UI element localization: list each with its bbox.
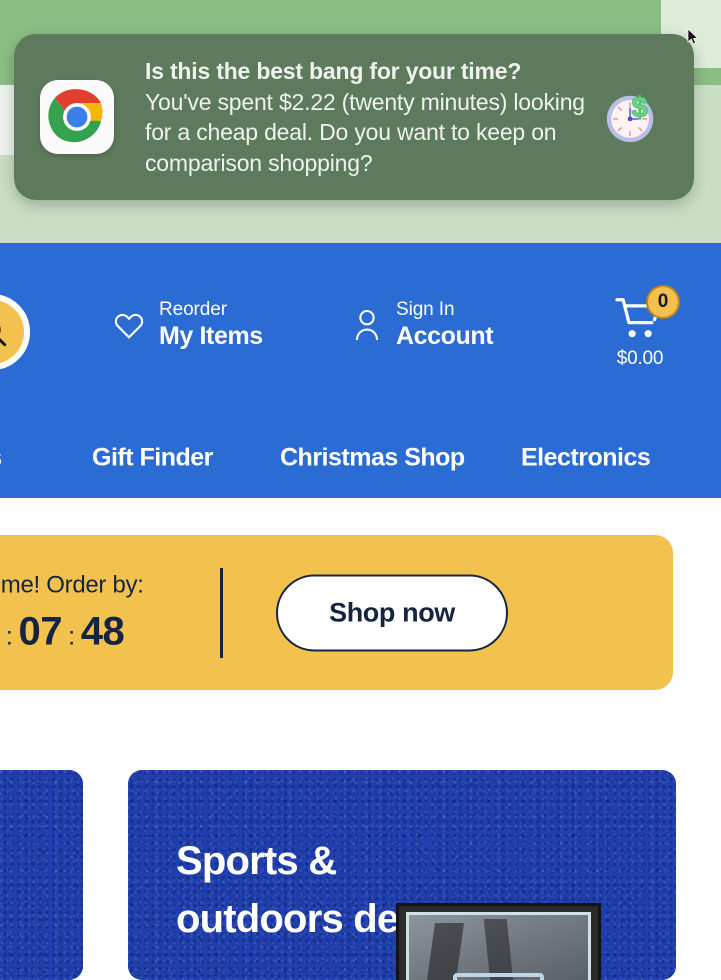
notification-body: You've spent $2.22 (twenty minutes) look… xyxy=(145,88,585,176)
mouse-cursor xyxy=(687,28,699,45)
hoop-target-square xyxy=(452,972,545,980)
card-texture xyxy=(0,770,83,980)
countdown-banner: l time! Order by: 0 : 07 : 48 Shop now xyxy=(0,535,673,690)
header-item-account[interactable]: Sign In Account xyxy=(352,299,494,350)
shop-now-button[interactable]: Shop now xyxy=(276,574,508,651)
chrome-icon xyxy=(40,80,114,154)
shopping-cart-icon xyxy=(614,298,666,346)
hoop-backboard xyxy=(406,912,591,980)
cart-count-badge: 0 xyxy=(646,285,680,319)
countdown-separator: : xyxy=(5,620,13,650)
heart-icon xyxy=(113,310,145,340)
nav-item-electronics[interactable]: Electronics xyxy=(521,444,651,473)
countdown-timer: 0 : 07 : 48 xyxy=(0,609,144,654)
clock-money-icon: $ xyxy=(603,88,661,146)
countdown-seconds: 48 xyxy=(80,609,125,653)
header-item-my-items[interactable]: Reorder My Items xyxy=(113,300,263,349)
chrome-nudge-notification[interactable]: Is this the best bang for your time? You… xyxy=(14,34,694,200)
nav-item-christmas-shop[interactable]: Christmas Shop xyxy=(280,444,465,473)
header-item-bottom-label: My Items xyxy=(159,321,263,350)
countdown-separator: : xyxy=(67,620,75,650)
user-icon xyxy=(352,308,382,342)
category-nav: ials Gift Finder Christmas Shop Electron… xyxy=(0,418,721,498)
search-icon xyxy=(0,315,9,349)
countdown-block: l time! Order by: 0 : 07 : 48 xyxy=(0,571,144,654)
deal-card-sports[interactable]: Sports & outdoors deals xyxy=(128,770,676,980)
svg-text:$: $ xyxy=(632,92,648,124)
banner-divider xyxy=(220,567,223,658)
cart-total: $0.00 xyxy=(616,348,664,369)
header-item-bottom-label: Account xyxy=(396,321,494,350)
nav-item-0[interactable]: ials xyxy=(0,444,2,473)
banner-label: l time! Order by: xyxy=(0,571,144,598)
nav-item-gift-finder[interactable]: Gift Finder xyxy=(92,444,213,473)
header-item-top-label: Sign In xyxy=(396,299,455,320)
notification-title: Is this the best bang for your time? xyxy=(145,57,522,84)
basketball-hoop-image xyxy=(396,903,601,980)
deal-card-price[interactable]: 19 9 xyxy=(0,770,83,980)
header-item-top-label: Reorder xyxy=(159,299,227,320)
notification-text: Is this the best bang for your time? You… xyxy=(145,56,615,178)
countdown-minutes: 07 xyxy=(18,609,62,653)
cart-button[interactable]: 0 $0.00 xyxy=(595,285,685,370)
